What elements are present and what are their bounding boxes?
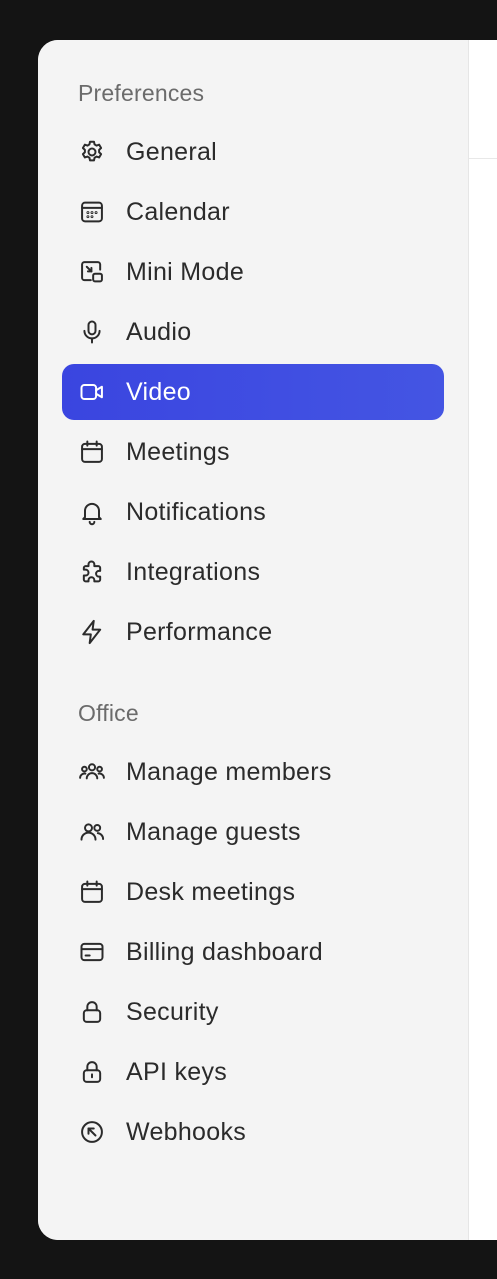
settings-sidebar: Preferences General Calendar Mini Mode A… xyxy=(38,40,469,1240)
section-label-preferences: Preferences xyxy=(78,80,205,106)
sidebar-item-notifications[interactable]: Notifications xyxy=(62,484,444,540)
sidebar-item-manage-guests[interactable]: Manage guests xyxy=(62,804,444,860)
header-divider xyxy=(469,158,497,159)
sidebar-item-label: Audio xyxy=(126,317,192,346)
lock-keyhole-icon xyxy=(78,1058,106,1086)
sidebar-item-label: API keys xyxy=(126,1057,228,1086)
mini-mode-icon xyxy=(78,258,106,286)
sidebar-item-label: Manage members xyxy=(126,757,332,786)
sidebar-item-api-keys[interactable]: API keys xyxy=(62,1044,444,1100)
sidebar-item-performance[interactable]: Performance xyxy=(62,604,444,660)
sidebar-item-mini-mode[interactable]: Mini Mode xyxy=(62,244,444,300)
gear-icon xyxy=(78,138,106,166)
sidebar-item-manage-members[interactable]: Manage members xyxy=(62,744,444,800)
users-icon xyxy=(78,818,106,846)
arrow-up-left-circle-icon xyxy=(78,1118,106,1146)
video-camera-icon xyxy=(78,378,106,406)
credit-card-icon xyxy=(78,938,106,966)
lock-icon xyxy=(78,998,106,1026)
sidebar-item-label: Security xyxy=(126,997,219,1026)
settings-content-area xyxy=(469,40,497,1240)
sidebar-item-general[interactable]: General xyxy=(62,124,444,180)
sidebar-item-integrations[interactable]: Integrations xyxy=(62,544,444,600)
sidebar-item-security[interactable]: Security xyxy=(62,984,444,1040)
sidebar-item-label: Calendar xyxy=(126,197,230,226)
sidebar-item-meetings[interactable]: Meetings xyxy=(62,424,444,480)
sidebar-item-desk-meetings[interactable]: Desk meetings xyxy=(62,864,444,920)
sidebar-item-label: Integrations xyxy=(126,557,261,586)
sidebar-item-label: Desk meetings xyxy=(126,877,296,906)
sidebar-item-label: Meetings xyxy=(126,437,230,466)
sidebar-item-label: Manage guests xyxy=(126,817,301,846)
sidebar-item-label: Video xyxy=(126,377,191,406)
sidebar-item-label: Webhooks xyxy=(126,1117,247,1146)
sidebar-item-label: Mini Mode xyxy=(126,257,245,286)
sidebar-item-label: General xyxy=(126,137,218,166)
sidebar-item-video[interactable]: Video xyxy=(62,364,444,420)
sidebar-item-calendar[interactable]: Calendar xyxy=(62,184,444,240)
calendar-icon xyxy=(78,438,106,466)
sidebar-item-webhooks[interactable]: Webhooks xyxy=(62,1104,444,1160)
sidebar-item-audio[interactable]: Audio xyxy=(62,304,444,360)
users-group-icon xyxy=(78,758,106,786)
bell-icon xyxy=(78,498,106,526)
calendar-grid-icon xyxy=(78,198,106,226)
sidebar-item-label: Notifications xyxy=(126,497,267,526)
settings-window: Preferences General Calendar Mini Mode A… xyxy=(38,40,497,1240)
sidebar-item-label: Performance xyxy=(126,617,273,646)
section-label-office: Office xyxy=(78,700,139,726)
lightning-icon xyxy=(78,618,106,646)
calendar-icon xyxy=(78,878,106,906)
puzzle-icon xyxy=(78,558,106,586)
microphone-icon xyxy=(78,318,106,346)
sidebar-item-label: Billing dashboard xyxy=(126,937,323,966)
sidebar-item-billing-dashboard[interactable]: Billing dashboard xyxy=(62,924,444,980)
